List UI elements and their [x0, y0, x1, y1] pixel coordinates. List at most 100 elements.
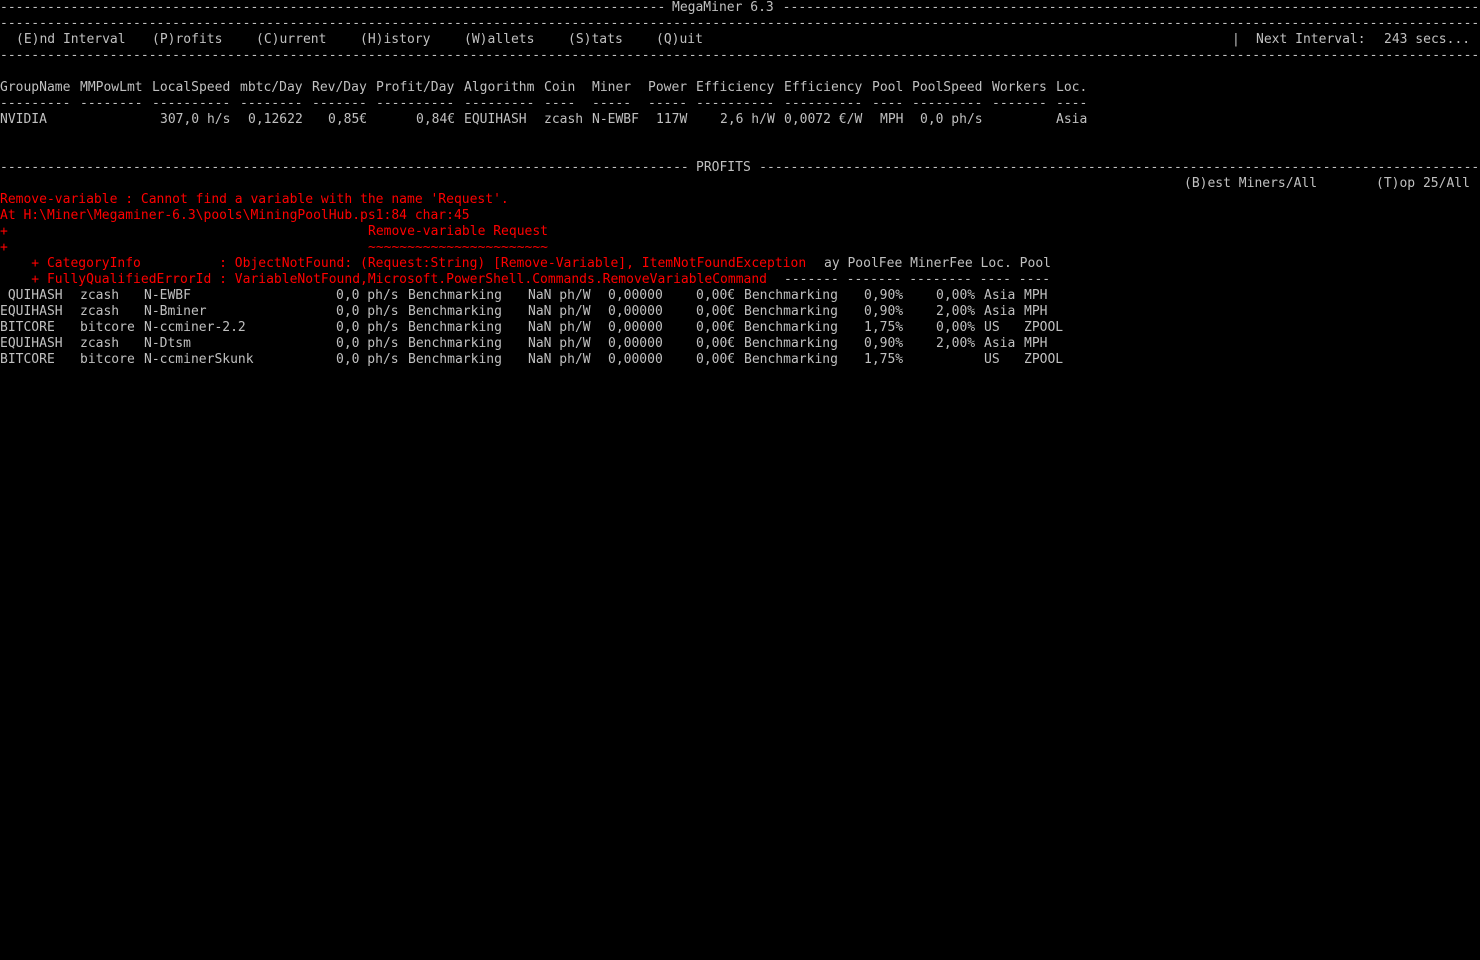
mbtc-day-cell: 0,12622 [248, 112, 303, 127]
algorithm-cell: EQUIHASH [464, 112, 527, 127]
col-underline: ------- [992, 96, 1047, 111]
menu-current[interactable]: (C)urrent [256, 32, 326, 48]
col-underline: ------- [312, 96, 367, 111]
algorithm-cell: BITCORE [0, 352, 55, 367]
profits-underline-tail: ------- ------- -------- ---- ---- [784, 272, 1051, 287]
next-interval-label: Next Interval: [1256, 32, 1366, 47]
col-underline: ---- [872, 96, 904, 111]
mbtc-cell: 0,00000 [608, 288, 663, 303]
profit-cell: Benchmarking [744, 320, 838, 335]
pool-cell: MPH [1024, 336, 1048, 351]
rev-cell: 0,00€ [696, 352, 736, 367]
error-tilde: ~~~~~~~~~~~~~~~~~~~~~~~ [368, 240, 549, 255]
col-underline: ---------- [376, 96, 455, 111]
col-underline: ---------- [696, 96, 775, 111]
speed-cell: 0,0 ph/s [336, 320, 399, 335]
pool-cell: ZPOOL [1024, 320, 1064, 335]
coin-cell: zcash [544, 112, 584, 127]
col-underline: ---- [1056, 96, 1088, 111]
efficiency-cell: NaN ph/W [528, 320, 591, 335]
col-header: LocalSpeed [152, 80, 231, 95]
efficiency-cell: NaN ph/W [528, 336, 591, 351]
coin-cell: zcash [80, 304, 120, 319]
miner-fee-cell: 2,00% [936, 304, 976, 319]
current-table: GroupName MMPowLmt LocalSpeed mbtc/Day R… [0, 80, 1480, 128]
location-cell: Asia [1056, 112, 1088, 127]
pool-speed-cell: 0,0 ph/s [920, 112, 983, 127]
menu-top-rule: ----------------------------------------… [0, 16, 1480, 31]
table-row: EQUIHASH zcash N-Dtsm 0,0 ph/s Benchmark… [0, 336, 1480, 352]
profit-cell: Benchmarking [744, 336, 838, 351]
error-plus-2: + [0, 240, 8, 255]
mbtc-cell: 0,00000 [608, 320, 663, 335]
pool-cell: MPH [1024, 304, 1048, 319]
coin-cell: zcash [80, 336, 120, 351]
efficiency-cell: NaN ph/W [528, 352, 591, 367]
status-cell: Benchmarking [408, 352, 502, 367]
location-cell: Asia [984, 288, 1016, 303]
miner-cell: N-EWBF [144, 288, 191, 303]
rev-day-cell: 0,85€ [328, 112, 368, 127]
rev-cell: 0,00€ [696, 336, 736, 351]
speed-cell: 0,0 ph/s [336, 304, 399, 319]
menu-separator: | [1232, 32, 1240, 47]
pool-fee-cell: 1,75% [864, 320, 904, 335]
menu-end-interval[interactable]: (E)nd Interval [16, 32, 126, 48]
location-cell: US [984, 320, 1000, 335]
col-underline: ----- [592, 96, 632, 111]
profit-day-cell: 0,84€ [416, 112, 456, 127]
error-category-info: + CategoryInfo : ObjectNotFound: (Reques… [0, 256, 807, 271]
col-underline: ---------- [784, 96, 863, 111]
col-underline: --------- [912, 96, 983, 111]
col-underline: ----- [648, 96, 688, 111]
menu-profits[interactable]: (P)rofits [152, 32, 222, 48]
table-row: BITCORE bitcore N-ccminerSkunk 0,0 ph/s … [0, 352, 1480, 368]
col-underline: ---- [544, 96, 576, 111]
col-header: GroupName [0, 80, 71, 95]
profits-header-tail: ay PoolFee MinerFee Loc. Pool [824, 256, 1051, 271]
power-cell: 117W [656, 112, 688, 127]
col-header: Efficiency [784, 80, 863, 95]
profit-cell: Benchmarking [744, 288, 838, 303]
error-command: Remove-variable Request [368, 224, 549, 239]
miner-cell: N-Dtsm [144, 336, 191, 351]
rev-cell: 0,00€ [696, 304, 736, 319]
pool-fee-cell: 0,90% [864, 336, 904, 351]
col-underline: ---------- [152, 96, 231, 111]
pool-fee-cell: 0,90% [864, 288, 904, 303]
miner-cell: N-ccminerSkunk [144, 352, 254, 367]
col-header: Rev/Day [312, 80, 367, 95]
best-miners-option[interactable]: (B)est Miners/All [1184, 176, 1317, 192]
miner-cell: N-EWBF [592, 112, 639, 127]
mbtc-cell: 0,00000 [608, 304, 663, 319]
status-cell: Benchmarking [408, 304, 502, 319]
col-header: PoolSpeed [912, 80, 983, 95]
col-header: mbtc/Day [240, 80, 303, 95]
menu-bottom-rule: ----------------------------------------… [0, 48, 1480, 63]
col-header: Algorithm [464, 80, 535, 95]
speed-cell: 0,0 ph/s [336, 352, 399, 367]
menu-quit[interactable]: (Q)uit [656, 32, 703, 48]
group-name-cell: NVIDIA [0, 112, 47, 127]
menu-wallets[interactable]: (W)allets [464, 32, 534, 48]
efficiency-eur-cell: 0,0072 €/W [784, 112, 863, 127]
col-header: Miner [592, 80, 632, 95]
col-header: Loc. [1056, 80, 1088, 95]
coin-cell: bitcore [80, 320, 135, 335]
status-cell: Benchmarking [408, 288, 502, 303]
error-plus-1: + [0, 224, 8, 239]
top25-option[interactable]: (T)op 25/All [1376, 176, 1470, 192]
efficiency-cell: NaN ph/W [528, 304, 591, 319]
col-underline: --------- [464, 96, 535, 111]
menu-history[interactable]: (H)istory [360, 32, 430, 48]
table-row: QUIHASH zcash N-EWBF 0,0 ph/s Benchmarki… [0, 288, 1480, 304]
col-underline: -------- [80, 96, 143, 111]
error-fqid: + FullyQualifiedErrorId : VariableNotFou… [0, 272, 768, 287]
speed-cell: 0,0 ph/s [336, 336, 399, 351]
coin-cell: bitcore [80, 352, 135, 367]
rev-cell: 0,00€ [696, 320, 736, 335]
error-message: Remove-variable : Cannot find a variable… [0, 192, 509, 207]
menu-stats[interactable]: (S)tats [568, 32, 623, 48]
col-header: Profit/Day [376, 80, 455, 95]
algorithm-cell: EQUIHASH [0, 304, 63, 319]
